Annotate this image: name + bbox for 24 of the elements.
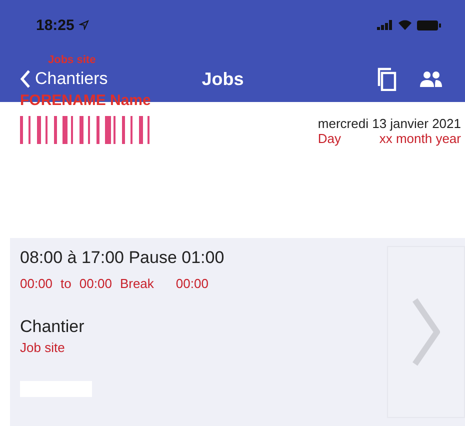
annotation-text: xx month year <box>379 131 461 146</box>
chevron-left-icon <box>20 70 31 88</box>
annotation-text: 00:00 <box>176 276 208 291</box>
job-site-label: Chantier <box>20 317 84 337</box>
nav-title: Jobs <box>202 68 244 90</box>
annotation-text: 00:00 <box>20 276 53 291</box>
annotation-text: Jobs site <box>48 54 96 66</box>
annotation-text: Break <box>120 276 154 291</box>
annotation-text: to <box>60 276 72 291</box>
chevron-right-icon <box>412 297 440 367</box>
job-hours: 08:00 à 17:00 Pause 01:00 <box>20 248 224 268</box>
back-button[interactable]: Chantiers <box>20 69 108 89</box>
copy-icon[interactable] <box>377 67 397 91</box>
signal-icon <box>377 20 393 30</box>
battery-icon <box>417 20 441 30</box>
people-icon[interactable] <box>419 71 443 87</box>
annotation-text: Day <box>318 131 342 146</box>
location-arrow-icon <box>79 20 90 30</box>
job-card[interactable]: 08:00 à 17:00 Pause 01:00 00:00 to 00:00 Break 00:00 Chantier Job site <box>10 238 465 426</box>
annotation-text: 00:00 <box>79 276 112 291</box>
annotation-text: Job site <box>20 340 65 355</box>
status-time: 18:25 <box>36 16 74 34</box>
wifi-icon <box>398 20 412 30</box>
date-text: mercredi 13 janvier 2021 <box>318 116 461 131</box>
